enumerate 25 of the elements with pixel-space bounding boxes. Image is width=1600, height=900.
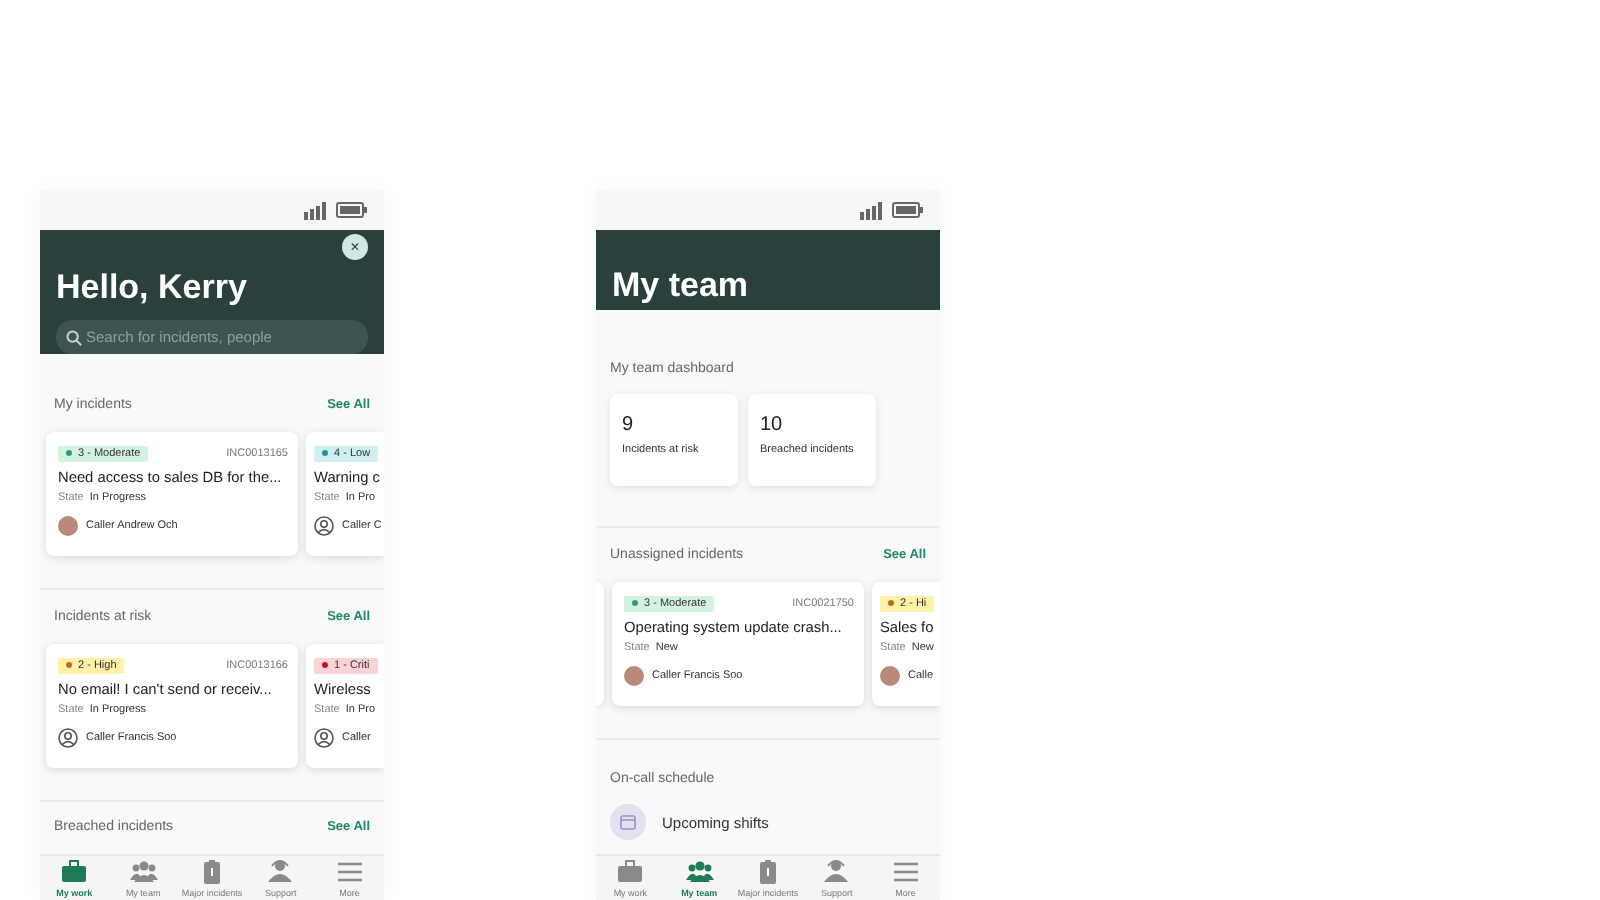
- support-icon: [266, 858, 295, 884]
- search-icon: [66, 329, 82, 345]
- calendar-icon: [610, 804, 646, 840]
- close-button[interactable]: ×: [342, 234, 368, 260]
- signal-icon: [860, 201, 884, 219]
- battery-icon: [336, 202, 368, 218]
- support-icon: [822, 858, 851, 884]
- tile-count: 10: [760, 414, 785, 436]
- person-icon: [314, 728, 334, 749]
- menu-icon: [335, 858, 364, 884]
- team-icon: [129, 858, 158, 884]
- avatar-photo: [880, 666, 900, 687]
- briefcase-icon: [616, 858, 645, 884]
- briefcase-icon: [60, 858, 89, 884]
- signal-icon: [304, 201, 328, 219]
- tile-count: 9: [622, 414, 636, 436]
- page-title: My team: [612, 266, 751, 306]
- avatar-photo: [58, 516, 78, 537]
- team-icon: [685, 858, 714, 884]
- menu-icon: [891, 858, 920, 884]
- page-title: Hello, Kerry: [56, 268, 249, 308]
- battery-icon: [892, 202, 924, 218]
- person-icon: [58, 728, 78, 749]
- avatar-photo: [624, 666, 644, 687]
- person-icon: [314, 516, 334, 537]
